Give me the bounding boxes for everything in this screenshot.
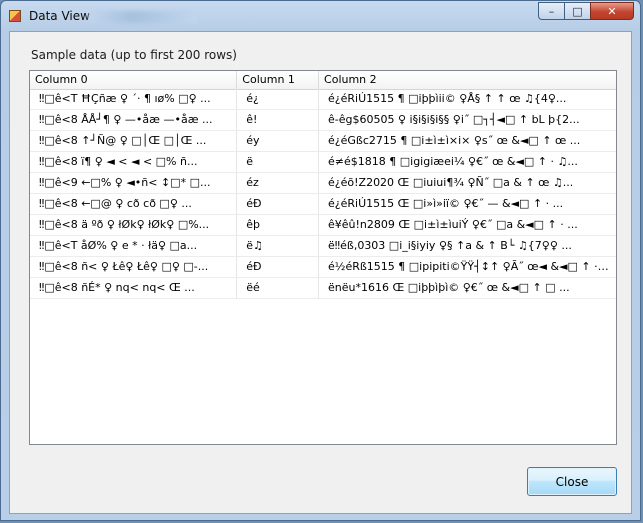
table-cell[interactable]: ê¥êû!n2809 Œ □i±ì±ìuiÝ ♀€˝ □a &◄□ ↑ · ..… xyxy=(319,215,616,235)
table-row[interactable]: ‼□ê<8 ↑┘Ñ@ ♀ □│Œ □│Œ ... éy é¿éGßc2715 ¶… xyxy=(30,131,616,152)
close-icon: ✕ xyxy=(607,4,617,18)
table-cell[interactable]: éÐ xyxy=(237,257,320,277)
redacted-title-text xyxy=(89,11,197,23)
close-button[interactable]: Close xyxy=(527,467,617,496)
table-cell[interactable]: ‼□ê<8 ä ºð ♀ łØk♀ łØk♀ □%... xyxy=(30,215,238,235)
table-cell[interactable]: ‼□ê<8 ↑┘Ñ@ ♀ □│Œ □│Œ ... xyxy=(30,131,238,151)
data-grid[interactable]: Column 0 Column 1 Column 2 ‼□ê<T ĦÇñæ ♀ … xyxy=(29,70,617,445)
table-cell[interactable]: é¿ xyxy=(237,89,320,109)
table-cell[interactable]: éz xyxy=(237,173,320,193)
table-cell[interactable]: ê-êg$60505 ♀ i§i§i§i§§ ♀i˝ □┐┤◄□ ↑ bL þ{… xyxy=(319,110,616,130)
column-header-0[interactable]: Column 0 xyxy=(30,71,238,89)
grid-rows: ‼□ê<T ĦÇñæ ♀ ´· ¶ ıø% □♀ ... é¿ é¿éRiÚ15… xyxy=(30,89,616,299)
table-cell[interactable]: éy xyxy=(237,131,320,151)
maximize-icon: □ xyxy=(572,4,583,18)
minimize-icon: – xyxy=(548,4,555,18)
table-cell[interactable]: é¿éRiÚ1515 Œ □i»ì»iï© ♀€˝ — &◄□ ↑ · ... xyxy=(319,194,616,214)
table-cell[interactable]: é¿éõ!Z2020 Œ □iuiui¶¾ ♀Ñ˝ □a & ↑ œ ♫... xyxy=(319,173,616,193)
table-cell[interactable]: ê! xyxy=(237,110,320,130)
data-view-window: Data View – □ ✕ Sample data (up to first… xyxy=(0,0,641,521)
table-cell[interactable]: ‼□ê<8 ï¶ ♀ ◄ < ◄ < □% ñ... xyxy=(30,152,238,172)
table-cell[interactable]: ënëu*1616 Œ □iþþìþì© ♀€˝ œ &◄□ ↑ □ ... xyxy=(319,278,616,298)
table-row[interactable]: ‼□ê<8 ←□@ ♀ cð cð □♀ ... éÐ é¿éRiÚ1515 Œ… xyxy=(30,194,616,215)
window-close-button[interactable]: ✕ xyxy=(590,2,634,20)
table-cell[interactable]: é¿éRiÚ1515 ¶ □iþþìii© ♀Å§ ↑ ↑ œ ♫{4♀... xyxy=(319,89,616,109)
minimize-button[interactable]: – xyxy=(538,2,564,20)
table-row[interactable]: ‼□ê<9 ←□% ♀ ◄•ñ< ↕□* □... éz é¿éõ!Z2020 … xyxy=(30,173,616,194)
table-cell[interactable]: ëé xyxy=(237,278,320,298)
table-cell[interactable]: ë♫ xyxy=(237,236,320,256)
table-cell[interactable]: êþ xyxy=(237,215,320,235)
table-cell[interactable]: é≠é$1818 ¶ □igigiæei¼ ♀€˝ œ &◄□ ↑ · ♫... xyxy=(319,152,616,172)
table-cell[interactable]: ‼□ê<9 ←□% ♀ ◄•ñ< ↕□* □... xyxy=(30,173,238,193)
column-header-2[interactable]: Column 2 xyxy=(319,71,616,89)
column-header-1[interactable]: Column 1 xyxy=(237,71,320,89)
app-icon xyxy=(9,10,21,22)
table-cell[interactable]: ‼□ê<T åØ% ♀ e * · łä♀ □a... xyxy=(30,236,238,256)
table-row[interactable]: ‼□ê<8 ï¶ ♀ ◄ < ◄ < □% ñ... ë é≠é$1818 ¶ … xyxy=(30,152,616,173)
table-row[interactable]: ‼□ê<8 ä ºð ♀ łØk♀ łØk♀ □%... êþ ê¥êû!n28… xyxy=(30,215,616,236)
grid-header: Column 0 Column 1 Column 2 xyxy=(30,71,616,90)
table-cell[interactable]: é½éRß1515 ¶ □ipipiti©ŸŸ┤↕↑ ♀Ã˝ œ◄ &◄□ ↑ … xyxy=(319,257,616,277)
table-cell[interactable]: ë‼éß,0303 □i_i§iyiy ♀§ ↑a & ↑ B└ ♫{7♀♀ .… xyxy=(319,236,616,256)
table-cell[interactable]: ‼□ê<8 ñÉ* ♀ nq< nq< Œ ... xyxy=(30,278,238,298)
table-cell[interactable]: ‼□ê<8 ñ< ♀ Łê♀ Łê♀ □♀ □-... xyxy=(30,257,238,277)
table-cell[interactable]: ë xyxy=(237,152,320,172)
table-row[interactable]: ‼□ê<T åØ% ♀ e * · łä♀ □a... ë♫ ë‼éß,0303… xyxy=(30,236,616,257)
table-row[interactable]: ‼□ê<T ĦÇñæ ♀ ´· ¶ ıø% □♀ ... é¿ é¿éRiÚ15… xyxy=(30,89,616,110)
window-title: Data View xyxy=(29,9,90,23)
window-controls: – □ ✕ xyxy=(538,2,634,22)
table-cell[interactable]: é¿éGßc2715 ¶ □i±ì±ì×i× ♀s˝ œ &◄□ ↑ œ ... xyxy=(319,131,616,151)
table-row[interactable]: ‼□ê<8 ñÉ* ♀ nq< nq< Œ ... ëé ënëu*1616 Œ… xyxy=(30,278,616,299)
table-row[interactable]: ‼□ê<8 ñ< ♀ Łê♀ Łê♀ □♀ □-... éÐ é½éRß1515… xyxy=(30,257,616,278)
maximize-button[interactable]: □ xyxy=(564,2,590,20)
title-bar[interactable]: Data View – □ ✕ xyxy=(1,1,640,31)
sample-data-caption: Sample data (up to first 200 rows) xyxy=(31,48,237,62)
table-cell[interactable]: ‼□ê<8 ÅÅ┘¶ ♀ —•åæ —•åæ ... xyxy=(30,110,238,130)
table-row[interactable]: ‼□ê<8 ÅÅ┘¶ ♀ —•åæ —•åæ ... ê! ê-êg$60505… xyxy=(30,110,616,131)
table-cell[interactable]: éÐ xyxy=(237,194,320,214)
table-cell[interactable]: ‼□ê<8 ←□@ ♀ cð cð □♀ ... xyxy=(30,194,238,214)
dialog-client-area: Sample data (up to first 200 rows) Colum… xyxy=(9,31,632,514)
table-cell[interactable]: ‼□ê<T ĦÇñæ ♀ ´· ¶ ıø% □♀ ... xyxy=(30,89,238,109)
